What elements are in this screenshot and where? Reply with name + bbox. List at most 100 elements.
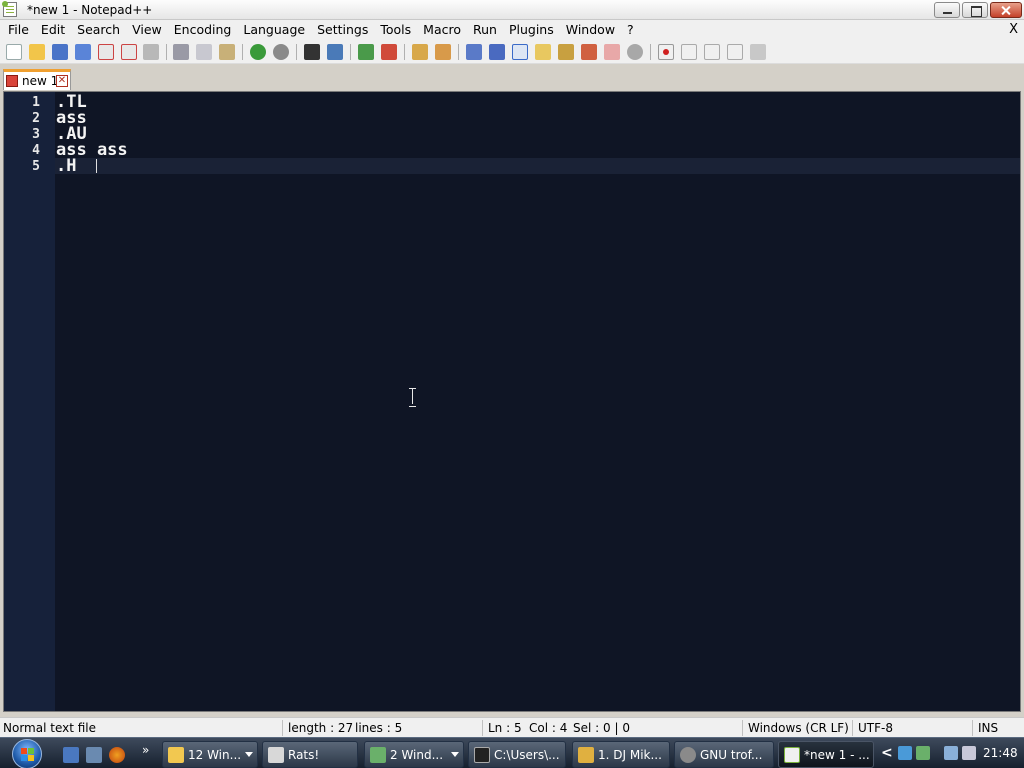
zoom-in-icon[interactable] — [358, 44, 374, 60]
tray-app-icon[interactable] — [898, 746, 912, 760]
show-desktop-icon[interactable] — [63, 747, 79, 763]
task-label: 1. DJ Mik... — [598, 748, 662, 762]
line-number: 1 — [32, 95, 40, 110]
menu-file[interactable]: File — [2, 20, 35, 40]
open-file-icon[interactable] — [29, 44, 45, 60]
system-clock[interactable]: 21:48 — [983, 746, 1018, 760]
menu-bar: File Edit Search View Encoding Language … — [0, 20, 1024, 40]
indent-guide-icon[interactable] — [512, 44, 528, 60]
chevron-down-icon — [245, 752, 253, 757]
task-label: C:\Users\... — [494, 748, 560, 762]
minimize-button[interactable] — [934, 2, 960, 18]
menu-macro[interactable]: Macro — [417, 20, 467, 40]
line-number: 3 — [32, 127, 40, 142]
taskbar-button-rats[interactable]: Rats! — [262, 741, 358, 768]
taskbar-button-gnu[interactable]: GNU trof... — [674, 741, 774, 768]
menu-settings[interactable]: Settings — [311, 20, 374, 40]
show-all-chars-icon[interactable] — [489, 44, 505, 60]
volume-icon[interactable] — [962, 746, 976, 760]
print-icon[interactable] — [143, 44, 159, 60]
save-icon[interactable] — [52, 44, 68, 60]
sync-vertical-icon[interactable] — [412, 44, 428, 60]
sync-horizontal-icon[interactable] — [435, 44, 451, 60]
doc-map-icon[interactable] — [558, 44, 574, 60]
zoom-out-icon[interactable] — [381, 44, 397, 60]
word-wrap-icon[interactable] — [466, 44, 482, 60]
network-status-icon[interactable] — [944, 746, 958, 760]
menu-search[interactable]: Search — [71, 20, 126, 40]
code-line: .H — [56, 156, 87, 176]
replace-icon[interactable] — [327, 44, 343, 60]
tray-expand-button[interactable]: < — [881, 745, 893, 761]
taskbar-button-cmd[interactable]: C:\Users\... — [468, 741, 566, 768]
save-macro-icon[interactable] — [750, 44, 766, 60]
switch-windows-icon[interactable] — [86, 747, 102, 763]
quicklaunch-more-button[interactable]: » — [142, 743, 149, 757]
status-insert-mode: INS — [978, 721, 999, 735]
undo-icon[interactable] — [250, 44, 266, 60]
task-label: 12 Win... — [188, 748, 242, 762]
unsaved-file-icon — [6, 75, 18, 87]
paste-icon[interactable] — [219, 44, 235, 60]
new-file-icon[interactable] — [6, 44, 22, 60]
status-bar: Normal text file length : 27 lines : 5 L… — [0, 717, 1024, 737]
menu-language[interactable]: Language — [237, 20, 311, 40]
task-label: 2 Wind... — [390, 748, 444, 762]
menu-view[interactable]: View — [126, 20, 168, 40]
cmd-icon — [474, 747, 490, 763]
maximize-button[interactable] — [962, 2, 988, 18]
taskbar-button-notepadpp[interactable]: *new 1 - ... — [778, 741, 874, 768]
menu-encoding[interactable]: Encoding — [168, 20, 238, 40]
taskbar-button-windows[interactable]: 2 Wind... — [364, 741, 464, 768]
find-icon[interactable] — [304, 44, 320, 60]
folder-workspace-icon[interactable] — [604, 44, 620, 60]
tab-label: new 1 — [22, 74, 59, 88]
tab-close-button[interactable]: ✕ — [56, 75, 68, 87]
close-icon[interactable] — [98, 44, 114, 60]
windows-logo-icon — [12, 739, 42, 768]
editor-area[interactable]: 1 2 3 4 5 .TL ass .AU ass ass .H — [3, 91, 1021, 712]
user-language-icon[interactable] — [535, 44, 551, 60]
tray-users-icon[interactable] — [916, 746, 930, 760]
menu-window[interactable]: Window — [560, 20, 621, 40]
close-document-button[interactable]: X — [1009, 22, 1018, 37]
function-list-icon[interactable] — [581, 44, 597, 60]
start-button[interactable] — [8, 738, 48, 768]
record-macro-icon[interactable] — [658, 44, 674, 60]
firefox-icon[interactable] — [109, 747, 125, 763]
menu-edit[interactable]: Edit — [35, 20, 71, 40]
redo-icon[interactable] — [273, 44, 289, 60]
tab-new-1[interactable]: new 1 ✕ — [3, 69, 71, 90]
menu-help[interactable]: ? — [621, 20, 640, 40]
copy-icon[interactable] — [196, 44, 212, 60]
notepad-plus-plus-icon — [784, 747, 800, 763]
menu-run[interactable]: Run — [467, 20, 503, 40]
toolbar — [0, 40, 1024, 64]
taskbar-button-folders[interactable]: 12 Win... — [162, 741, 258, 768]
close-window-button[interactable] — [990, 2, 1022, 18]
windows-taskbar: » 12 Win... Rats! 2 Wind... C:\Users\...… — [0, 737, 1024, 768]
task-label: *new 1 - ... — [804, 748, 870, 762]
line-number: 5 — [32, 159, 40, 174]
taskbar-button-music[interactable]: 1. DJ Mik... — [572, 741, 670, 768]
chevron-down-icon — [451, 752, 459, 757]
notepad-plus-plus-icon — [2, 1, 17, 17]
stop-macro-icon[interactable] — [681, 44, 697, 60]
play-macro-icon[interactable] — [704, 44, 720, 60]
network-icon — [370, 747, 386, 763]
title-bar: *new 1 - Notepad++ — [0, 0, 1024, 20]
close-all-icon[interactable] — [121, 44, 137, 60]
cut-icon[interactable] — [173, 44, 189, 60]
menu-plugins[interactable]: Plugins — [503, 20, 560, 40]
current-line-highlight — [55, 158, 1020, 174]
line-number: 4 — [32, 143, 40, 158]
run-macro-multiple-icon[interactable] — [727, 44, 743, 60]
ibeam-cursor-icon — [408, 388, 417, 407]
music-icon — [578, 747, 594, 763]
folder-icon — [168, 747, 184, 763]
line-number-gutter — [4, 92, 55, 711]
save-all-icon[interactable] — [75, 44, 91, 60]
status-filetype: Normal text file — [3, 721, 97, 735]
monitoring-icon[interactable] — [627, 44, 643, 60]
menu-tools[interactable]: Tools — [374, 20, 417, 40]
